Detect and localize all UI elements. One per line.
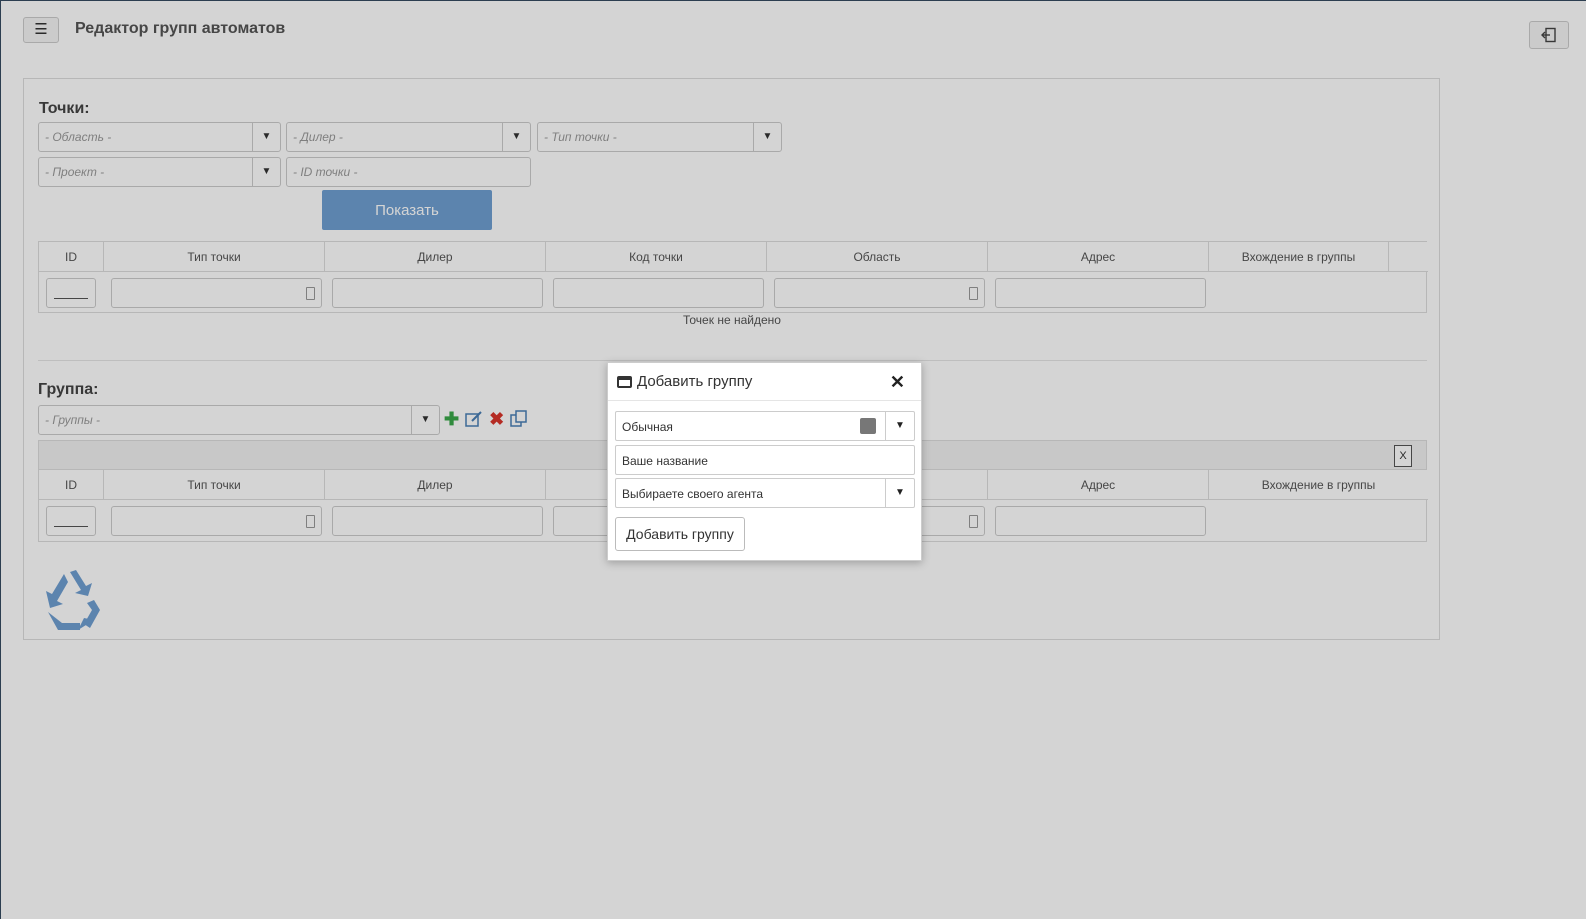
group-name-value: Ваше название <box>622 454 708 468</box>
group-type-select[interactable]: Обычная ▼ <box>615 411 915 441</box>
dialog-title: Добавить группу <box>637 373 753 390</box>
agent-select[interactable]: Выбираете своего агента ▼ <box>615 478 915 508</box>
agent-value: Выбираете своего агента <box>622 487 764 501</box>
chevron-down-icon: ▼ <box>885 412 914 440</box>
chevron-down-icon: ▼ <box>885 479 914 507</box>
dialog-header: Добавить группу ✕ <box>608 363 921 401</box>
group-type-value: Обычная <box>622 420 673 434</box>
close-icon[interactable]: ✕ <box>890 372 905 393</box>
group-name-input[interactable]: Ваше название <box>615 445 915 475</box>
add-group-dialog: Добавить группу ✕ Обычная ▼ Ваше названи… <box>607 362 922 561</box>
page: ☰ Редактор групп автоматов Точки: - Обла… <box>0 0 1586 919</box>
calendar-icon[interactable] <box>860 418 876 434</box>
window-icon <box>617 376 632 388</box>
add-group-button[interactable]: Добавить группу <box>615 517 745 551</box>
